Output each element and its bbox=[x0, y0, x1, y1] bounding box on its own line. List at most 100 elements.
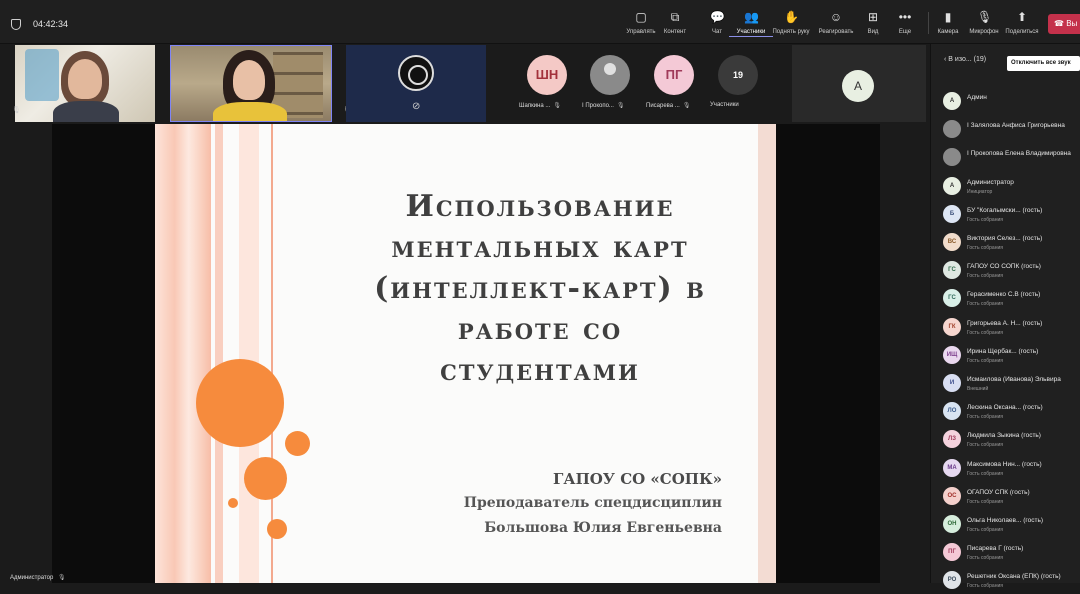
participant-name: Исмаилова (Иванова) Эльвира bbox=[967, 376, 1061, 383]
slide-stripe bbox=[215, 124, 223, 583]
participant-name: Максимова Нин... (гость) bbox=[967, 460, 1042, 468]
tile-name-label: Участники bbox=[710, 102, 739, 108]
avatar: ПГ bbox=[943, 543, 961, 562]
video-tile-obs[interactable]: ⊘ bbox=[346, 45, 486, 122]
participants-label: Участники bbox=[729, 29, 773, 37]
participant-role: Гость собрания bbox=[967, 498, 1003, 505]
slide-title-line: работе со bbox=[457, 312, 623, 347]
phone-icon: ☎ bbox=[1054, 19, 1064, 28]
content-icon: ⧉ bbox=[670, 10, 680, 24]
participants-icon: 👥 bbox=[744, 10, 759, 24]
avatar: ИЩ bbox=[943, 345, 961, 364]
participant-role: Гость собрания bbox=[967, 357, 1003, 364]
participant-row[interactable]: ВС Виктория Селез... (гость) Гость собрани… bbox=[942, 230, 1080, 256]
avatar: ГК bbox=[943, 317, 961, 336]
participant-row[interactable]: Б БУ "Когалымски... (гость) Гость собрания bbox=[942, 202, 1080, 228]
chat-icon: 💬 bbox=[710, 10, 725, 24]
participant-name: Администратор bbox=[967, 178, 1014, 186]
person-icon bbox=[943, 148, 961, 167]
participant-row[interactable]: МА Максимова Нин... (гость) Гость собрания bbox=[942, 456, 1080, 482]
participant-name: ГАПОУ СО СОПК (гость) bbox=[967, 263, 1041, 271]
participant-row[interactable]: ЛЗ Людмила Зыкина (гость) Гость собрания bbox=[942, 427, 1080, 453]
avatar: И bbox=[943, 374, 961, 392]
leave-button[interactable]: ☎ Вы bbox=[1048, 14, 1080, 34]
participant-role: Гость собрания bbox=[967, 583, 1003, 590]
tile-name: Участники bbox=[710, 102, 739, 108]
decor-circle bbox=[244, 457, 287, 500]
slide-title-line: ментальных карт bbox=[391, 230, 689, 265]
tile-name-label: I Прокопо... 🎙 bbox=[582, 102, 625, 109]
slide-org: ГАПОУ СО «СОПК» bbox=[553, 470, 722, 488]
participant-row[interactable]: ГК Григорьева А. Н... (гость) Гость собран… bbox=[942, 315, 1080, 341]
content-label: Контент bbox=[663, 29, 687, 35]
participant-row[interactable]: ЛО Лескина Оксана... (гость) Гость собрани… bbox=[942, 399, 1080, 425]
slide-role: Преподаватель спецдисциплин bbox=[463, 495, 722, 511]
participant-name: Решетник Оксана (ЕПК) (гость) bbox=[967, 573, 1061, 581]
person-icon[interactable] bbox=[590, 55, 630, 95]
avatar: ЛЗ bbox=[943, 430, 961, 449]
participant-row[interactable]: РО Решетник Оксана (ЕПК) (гость) Гость соб… bbox=[942, 568, 1080, 594]
share-button[interactable]: ⬆ Поделиться bbox=[1000, 10, 1044, 35]
video-tile-a[interactable]: А bbox=[792, 45, 926, 122]
toolbar-divider bbox=[928, 12, 929, 34]
avatar[interactable]: ШН bbox=[527, 55, 567, 95]
obs-logo-icon bbox=[398, 55, 434, 91]
participant-role: Внешний bbox=[967, 386, 989, 392]
manage-icon: ▢ bbox=[635, 10, 647, 24]
avatar: ОС bbox=[943, 486, 961, 505]
participant-row[interactable]: I Залялова Анфиса Григорьевна bbox=[942, 117, 1080, 143]
video-tile-participant-2[interactable] bbox=[170, 45, 332, 122]
participant-name: Герасименко С.В (гость) bbox=[967, 291, 1041, 299]
presentation-slide: Использование ментальных карт (интеллект… bbox=[155, 124, 776, 583]
more-button[interactable]: ••• Еще bbox=[883, 10, 927, 35]
participant-name: I Залялова Анфиса Григорьевна bbox=[967, 122, 1065, 130]
mic-off-icon: 🎙 bbox=[616, 103, 625, 109]
participant-row[interactable]: I Прокопова Елена Владимировна bbox=[942, 145, 1080, 171]
mic-off-icon: 🎙 bbox=[57, 575, 66, 581]
slide-title: Использование ментальных карт (интеллект… bbox=[335, 186, 745, 391]
mute-all-button[interactable]: Отключить все звук bbox=[1007, 56, 1080, 71]
avatar[interactable]: ПГ bbox=[654, 55, 694, 95]
participant-name: Лескина Оксана... (гость) bbox=[967, 404, 1043, 412]
tile-name-label: Шапкина ... 🎙 bbox=[519, 102, 561, 109]
participant-row[interactable]: ИЩ Ирина Щербак... (гость) Гость собрания bbox=[942, 343, 1080, 369]
participant-row[interactable]: ОН Ольга Николаев... (гость) Гость собрани… bbox=[942, 512, 1080, 538]
avatar: А bbox=[943, 176, 961, 195]
presenter-name: Администратор bbox=[10, 575, 54, 581]
participant-role: Гость собрания bbox=[967, 555, 1003, 562]
participant-face bbox=[68, 59, 102, 99]
back-chevron-icon[interactable]: ‹ bbox=[944, 56, 946, 63]
participants-button[interactable]: 👥 Участники bbox=[729, 10, 773, 37]
slide-title-line: студентами bbox=[440, 353, 640, 388]
avatar: А bbox=[943, 92, 961, 110]
participant-name: ОГАПОУ СПК (гость) bbox=[967, 488, 1030, 496]
participant-row[interactable]: А Администратор Инициатор bbox=[942, 174, 1080, 200]
slide-stripe bbox=[155, 124, 211, 583]
participant-row[interactable]: ГС ГАПОУ СО СОПК (гость) Гость собрания bbox=[942, 258, 1080, 284]
participant-row[interactable]: А Админ bbox=[942, 89, 1080, 115]
tile-name: Шапкина ... bbox=[519, 103, 551, 109]
participant-name: Виктория Селез... (гость) bbox=[967, 235, 1043, 242]
share-icon: ⬆ bbox=[1016, 10, 1028, 24]
participant-row[interactable]: И Исмаилова (Иванова) Эльвира Внешний bbox=[942, 371, 1080, 397]
slide-author: Большова Юлия Евгеньевна bbox=[484, 520, 722, 536]
presenter-name-label: Администратор 🎙 bbox=[10, 574, 66, 581]
call-timer: 04:42:34 bbox=[33, 19, 69, 29]
content-button[interactable]: ⧉ Контент bbox=[653, 10, 697, 35]
avatar[interactable]: 19 bbox=[718, 55, 758, 95]
participant-name: Админ bbox=[967, 94, 987, 101]
slide-stripe bbox=[239, 124, 259, 583]
raise-hand-icon: ✋ bbox=[784, 10, 799, 24]
participant-row[interactable]: ГС Герасименко С.В (гость) Гость собрания bbox=[942, 286, 1080, 312]
participant-role: Гость собрания bbox=[967, 245, 1003, 251]
raise-hand-button[interactable]: ✋ Поднять руку bbox=[769, 10, 813, 35]
participant-row[interactable]: ОС ОГАПОУ СПК (гость) Гость собрания bbox=[942, 484, 1080, 510]
participant-row[interactable]: ПГ Писарева Г (гость) Гость собрания bbox=[942, 540, 1080, 566]
video-tile-participant-1[interactable] bbox=[15, 45, 155, 122]
slide-stripe bbox=[271, 124, 273, 583]
tile-name-label: Писарева ... 🎙 bbox=[646, 102, 690, 109]
participant-role: Гость собрания bbox=[967, 442, 1003, 449]
participant-role: Гость собрания bbox=[967, 273, 1003, 280]
participant-role: Гость собрания bbox=[967, 470, 1003, 477]
shield-icon bbox=[11, 19, 21, 30]
